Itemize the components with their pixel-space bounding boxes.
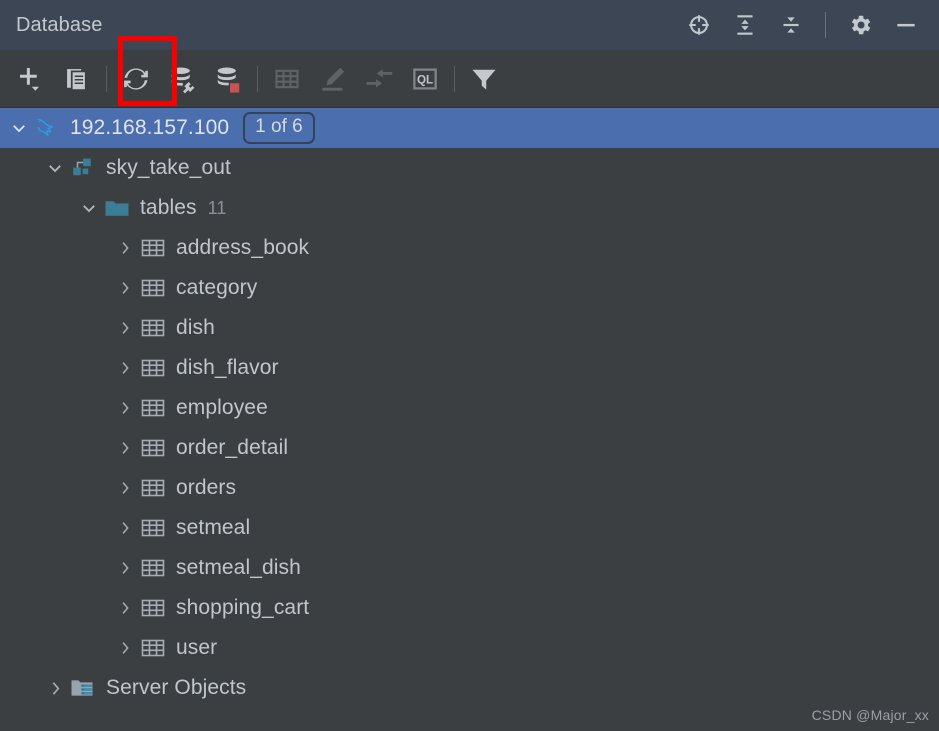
mysql-dolphin-icon — [32, 114, 62, 142]
table-grid-icon — [138, 434, 168, 462]
tree-item-label: address_book — [176, 236, 310, 259]
chevron-right-icon[interactable] — [112, 388, 138, 428]
tree-item-label: dish — [176, 316, 215, 339]
duplicate-button[interactable] — [54, 56, 100, 102]
schema-icon — [68, 154, 98, 182]
chevron-down-icon[interactable] — [76, 188, 102, 228]
minimize-icon[interactable] — [887, 6, 925, 44]
tree-item-table[interactable]: dish — [0, 308, 939, 348]
watermark: CSDN @Major_xx — [811, 707, 929, 723]
tree-item-table[interactable]: category — [0, 268, 939, 308]
folder-icon — [102, 194, 132, 222]
jump-to-editor-button[interactable] — [356, 56, 402, 102]
toolbar-separator — [257, 65, 258, 92]
table-grid-icon — [138, 594, 168, 622]
tree-item-label: tables — [140, 196, 197, 219]
tree-item-table[interactable]: user — [0, 628, 939, 668]
tree-item-table[interactable]: order_detail — [0, 428, 939, 468]
chevron-right-icon[interactable] — [112, 268, 138, 308]
tree-item-server-objects[interactable]: Server Objects — [0, 668, 939, 708]
tree-item-label: setmeal — [176, 516, 251, 539]
tree-item-label: user — [176, 636, 218, 659]
database-tree[interactable]: 192.168.157.100 1 of 6 sky_take_out tabl… — [0, 108, 939, 731]
add-data-source-button[interactable] — [8, 56, 54, 102]
svg-text:QL: QL — [417, 73, 433, 86]
chevron-down-icon[interactable] — [6, 108, 32, 148]
table-grid-icon — [138, 394, 168, 422]
chevron-right-icon[interactable] — [112, 628, 138, 668]
tree-item-label: category — [176, 276, 258, 299]
tree-item-label: Server Objects — [106, 676, 247, 699]
titlebar-separator — [825, 12, 826, 38]
chevron-right-icon[interactable] — [112, 308, 138, 348]
manage-data-sources-button[interactable] — [205, 56, 251, 102]
tree-item-label: employee — [176, 396, 268, 419]
chevron-right-icon[interactable] — [112, 468, 138, 508]
chevron-right-icon[interactable] — [112, 348, 138, 388]
tables-count: 11 — [207, 197, 227, 218]
tree-item-table[interactable]: setmeal_dish — [0, 548, 939, 588]
chevron-right-icon[interactable] — [112, 228, 138, 268]
refresh-button[interactable] — [113, 56, 159, 102]
chevron-right-icon[interactable] — [112, 508, 138, 548]
table-grid-icon — [138, 634, 168, 662]
tree-item-table[interactable]: address_book — [0, 228, 939, 268]
collapse-all-icon[interactable] — [772, 6, 810, 44]
toolbar-separator — [106, 65, 107, 92]
database-toolbar: QL — [0, 36, 939, 108]
tree-item-table[interactable]: employee — [0, 388, 939, 428]
open-table-editor-button[interactable] — [264, 56, 310, 102]
table-grid-icon — [138, 234, 168, 262]
gear-icon[interactable] — [841, 6, 879, 44]
table-grid-icon — [138, 274, 168, 302]
titlebar-actions — [680, 6, 925, 44]
tree-item-label: shopping_cart — [176, 596, 310, 619]
tree-item-label: orders — [176, 476, 237, 499]
tool-window-header: Database — [0, 0, 939, 50]
tree-item-label: setmeal_dish — [176, 556, 301, 579]
tree-item-label: dish_flavor — [176, 356, 279, 379]
chevron-down-icon[interactable] — [42, 148, 68, 188]
modify-object-button[interactable] — [310, 56, 356, 102]
chevron-right-icon[interactable] — [112, 428, 138, 468]
chevron-right-icon[interactable] — [42, 668, 68, 708]
tree-item-schema[interactable]: sky_take_out — [0, 148, 939, 188]
status-badge: 1 of 6 — [243, 112, 315, 144]
toolbar-separator — [454, 65, 455, 92]
page-title: Database — [16, 13, 103, 36]
table-grid-icon — [138, 354, 168, 382]
open-query-console-button[interactable]: QL — [402, 56, 448, 102]
expand-all-icon[interactable] — [726, 6, 764, 44]
data-source-properties-button[interactable] — [159, 56, 205, 102]
table-grid-icon — [138, 314, 168, 342]
tree-item-table[interactable]: dish_flavor — [0, 348, 939, 388]
filter-button[interactable] — [461, 56, 507, 102]
tree-item-tables-folder[interactable]: tables 11 — [0, 188, 939, 228]
tree-item-label: 192.168.157.100 — [70, 116, 230, 139]
tree-item-data-source[interactable]: 192.168.157.100 1 of 6 — [0, 108, 939, 148]
server-objects-icon — [68, 674, 98, 702]
tree-item-label: order_detail — [176, 436, 289, 459]
tree-item-table[interactable]: orders — [0, 468, 939, 508]
locate-in-tree-icon[interactable] — [680, 6, 718, 44]
tree-item-label: sky_take_out — [106, 156, 231, 179]
tree-item-table[interactable]: setmeal — [0, 508, 939, 548]
chevron-right-icon[interactable] — [112, 548, 138, 588]
table-grid-icon — [138, 554, 168, 582]
table-grid-icon — [138, 474, 168, 502]
table-grid-icon — [138, 514, 168, 542]
tree-item-table[interactable]: shopping_cart — [0, 588, 939, 628]
chevron-right-icon[interactable] — [112, 588, 138, 628]
